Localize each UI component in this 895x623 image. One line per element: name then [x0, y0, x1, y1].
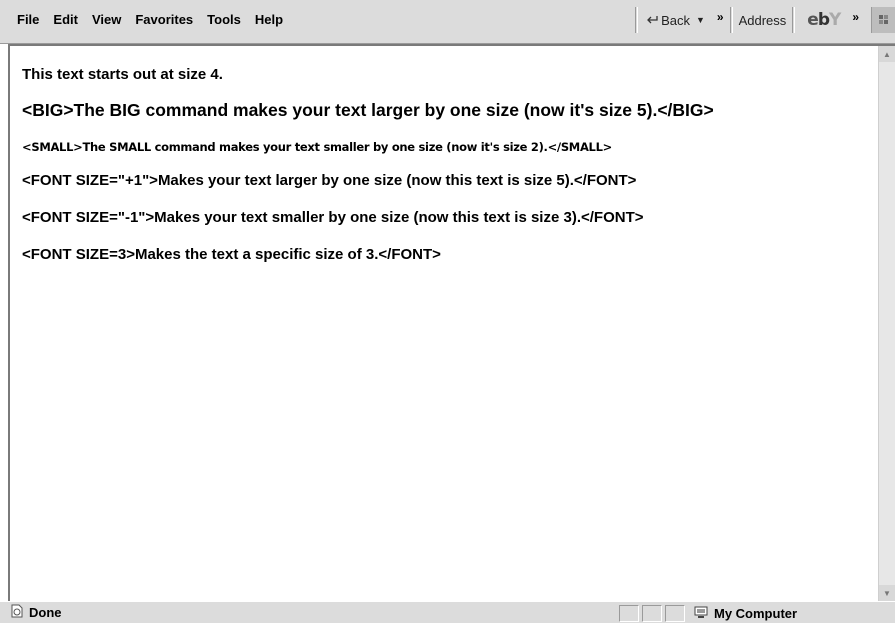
back-dropdown-icon[interactable]: ▼ — [696, 15, 705, 25]
status-panes: My Computer — [619, 605, 888, 622]
scroll-up-icon[interactable]: ▲ — [879, 46, 895, 62]
more-chevron-icon[interactable]: » — [717, 10, 724, 24]
menu: File Edit View Favorites Tools Help — [0, 12, 283, 27]
text-line-size4: This text starts out at size 4. — [22, 66, 223, 83]
menu-file[interactable]: File — [17, 12, 39, 27]
text-line-font-minus1: <FONT SIZE="-1">Makes your text smaller … — [22, 209, 644, 226]
back-arrow-icon — [646, 13, 658, 27]
menu-bar: File Edit View Favorites Tools Help Back… — [0, 0, 895, 38]
status-label: Done — [29, 605, 62, 620]
status-pane — [619, 605, 639, 622]
computer-icon — [694, 606, 709, 622]
windows-logo-icon — [871, 7, 895, 33]
menu-help[interactable]: Help — [255, 12, 283, 27]
text-line-big: <BIG>The BIG command makes your text lar… — [22, 100, 714, 120]
more-chevron-icon[interactable]: » — [852, 10, 859, 24]
address-label[interactable]: Address — [733, 13, 793, 28]
text-line-small: <SMALL>The SMALL command makes your text… — [22, 140, 612, 154]
menu-tools[interactable]: Tools — [207, 12, 241, 27]
status-pane — [665, 605, 685, 622]
text-line-font-plus1: <FONT SIZE="+1">Makes your text larger b… — [22, 172, 637, 189]
page-viewport[interactable]: This text starts out at size 4. <BIG>The… — [8, 44, 895, 601]
scroll-down-icon[interactable]: ▼ — [879, 585, 895, 601]
browser-toolbar: File Edit View Favorites Tools Help Back… — [0, 0, 895, 44]
status-pane — [642, 605, 662, 622]
status-bar: Done My Computer — [0, 601, 895, 623]
zone-label: My Computer — [714, 606, 798, 621]
page-icon — [10, 604, 24, 621]
ebay-logo[interactable]: ebY — [795, 10, 846, 30]
back-label: Back — [661, 12, 690, 28]
toolbar-right: Back ▼ » Address ebY » — [635, 7, 895, 33]
status-text: Done — [0, 604, 62, 621]
menu-view[interactable]: View — [92, 12, 121, 27]
security-zone: My Computer — [688, 605, 888, 622]
menu-edit[interactable]: Edit — [53, 12, 78, 27]
back-button[interactable]: Back ▼ — [638, 13, 711, 28]
page-content: This text starts out at size 4. <BIG>The… — [22, 66, 875, 263]
vertical-scrollbar[interactable]: ▲ ▼ — [878, 46, 895, 601]
menu-favorites[interactable]: Favorites — [135, 12, 193, 27]
text-line-font-size3: <FONT SIZE=3>Makes the text a specific s… — [22, 246, 441, 263]
